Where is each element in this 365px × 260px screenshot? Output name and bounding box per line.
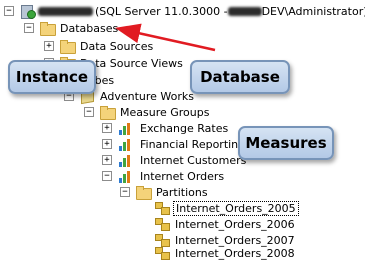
partition-icon <box>154 201 170 215</box>
bar-chart-icon <box>117 121 135 135</box>
server-user-label: DEV\Administrator) <box>261 4 365 18</box>
callout-instance-label: Instance <box>15 68 89 86</box>
internet-customers-label: Internet Customers <box>140 153 247 167</box>
tree-node-server[interactable]: − (SQL Server 11.0.3000 - DEV\Administra… <box>4 2 365 20</box>
partition-icon <box>154 233 170 247</box>
partition-icon <box>154 217 170 231</box>
callout-instance: Instance <box>8 60 96 94</box>
tree-node-data-sources[interactable]: + Data Sources <box>44 37 155 55</box>
bar-chart-icon <box>117 169 135 183</box>
exchange-rates-label: Exchange Rates <box>140 121 229 135</box>
expand-toggle-icon[interactable]: + <box>44 41 54 51</box>
collapse-toggle-icon[interactable]: − <box>102 171 112 181</box>
partition-label: Internet_Orders_2006 <box>175 217 295 231</box>
collapse-toggle-icon[interactable]: − <box>4 6 14 16</box>
measure-groups-label: Measure Groups <box>120 105 210 119</box>
financial-reporting-label: Financial Reporting <box>140 137 246 151</box>
server-label: (SQL Server 11.0.3000 - <box>95 4 228 18</box>
databases-label: Databases <box>60 21 119 35</box>
partition-label: Internet_Orders_2005 <box>173 200 299 216</box>
collapse-toggle-icon[interactable]: − <box>84 107 94 117</box>
redacted-server-name <box>38 6 93 16</box>
folder-icon <box>99 105 116 120</box>
folder-icon <box>135 185 152 200</box>
callout-measures: Measures <box>238 126 334 160</box>
redacted-machine-name <box>227 6 262 16</box>
callout-measures-label: Measures <box>245 134 327 152</box>
bar-chart-icon <box>117 137 135 151</box>
callout-database: Database <box>190 60 290 94</box>
tree-node-partition[interactable]: Internet_Orders_2008 <box>154 246 297 260</box>
partition-label: Internet_Orders_2007 <box>175 233 295 247</box>
adventure-works-label: Adventure Works <box>100 89 194 103</box>
partition-icon <box>154 246 170 260</box>
folder-icon <box>39 21 56 36</box>
collapse-toggle-icon[interactable]: − <box>120 187 130 197</box>
expand-toggle-icon[interactable]: + <box>102 123 112 133</box>
bar-chart-icon <box>117 153 135 167</box>
collapse-toggle-icon[interactable]: − <box>24 23 34 33</box>
expand-toggle-icon[interactable]: + <box>102 155 112 165</box>
partition-label: Internet_Orders_2008 <box>175 246 295 260</box>
data-sources-label: Data Sources <box>80 39 154 53</box>
partitions-label: Partitions <box>156 185 208 199</box>
folder-icon <box>59 39 76 54</box>
tree-node-databases[interactable]: − Databases <box>24 19 120 37</box>
callout-database-label: Database <box>200 68 280 86</box>
expand-toggle-icon[interactable]: + <box>102 139 112 149</box>
server-icon <box>19 4 36 19</box>
internet-orders-label: Internet Orders <box>140 169 225 183</box>
